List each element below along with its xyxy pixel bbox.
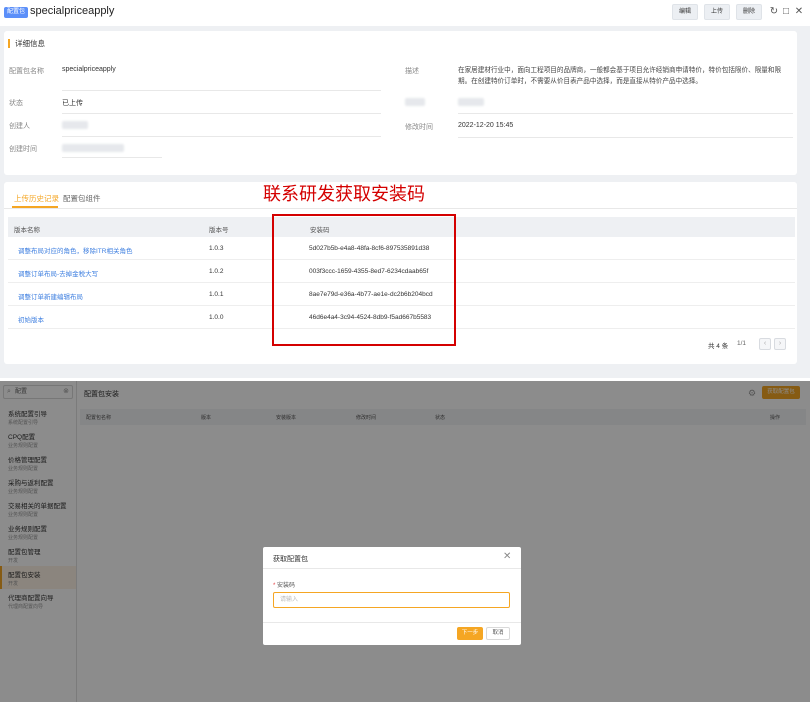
maximize-icon[interactable]: □: [781, 5, 791, 19]
close-icon[interactable]: ✕: [794, 5, 804, 19]
divider: [62, 136, 381, 137]
version-name-link[interactable]: 调整布局对应的角色，移除ITR相关角色: [18, 245, 132, 255]
edit-button[interactable]: 编辑: [672, 4, 699, 20]
divider: [458, 113, 793, 114]
prev-page-button[interactable]: ‹: [759, 338, 771, 350]
divider: [62, 113, 381, 114]
close-icon[interactable]: ✕: [503, 551, 511, 562]
version-number: 1.0.0: [209, 314, 224, 321]
pagination-page-select[interactable]: 1/1: [737, 340, 746, 347]
modal-divider: [263, 568, 521, 569]
redacted-value: [458, 98, 484, 106]
divider: [458, 137, 793, 138]
version-name-link[interactable]: 调整订单新建编辑布局: [18, 291, 83, 301]
next-page-button[interactable]: ›: [774, 338, 786, 350]
desc-label: 描述: [405, 68, 419, 75]
package-detail-window: 配置包 specialpriceapply 编辑 上传 删除 ↻ □ ✕ 详细信…: [0, 0, 810, 378]
refresh-icon[interactable]: ↻: [769, 5, 779, 19]
annotation-text: 联系研发获取安装码: [263, 184, 425, 205]
next-button[interactable]: 下一步: [457, 627, 483, 640]
column-header-version: 版本号: [209, 227, 229, 234]
status-label: 状态: [9, 100, 23, 107]
cancel-button[interactable]: 取消: [486, 627, 510, 640]
modal-divider: [263, 622, 521, 623]
version-name-link[interactable]: 初始版本: [18, 314, 44, 324]
annotation-highlight-box: [272, 214, 456, 346]
tab-upload-history[interactable]: 上传历史记录: [14, 193, 59, 204]
modified-time-value: 2022-12-20 15:45: [458, 122, 514, 129]
creator-label: 创建人: [9, 123, 30, 130]
version-number: 1.0.3: [209, 245, 224, 252]
name-value: specialpriceapply: [62, 66, 116, 73]
status-value: 已上传: [62, 100, 83, 107]
creator-value-redacted: [62, 121, 88, 129]
pagination-total: 共 4 条: [708, 343, 729, 350]
column-header-name: 版本名称: [14, 227, 40, 234]
desc-value: 在家居建材行业中，面向工程项目的品牌商，一般都会基于项目允许经销商申请特价，特价…: [458, 67, 782, 85]
version-name-link[interactable]: 调整订单布局-去掉金税大写: [18, 268, 98, 278]
package-badge: 配置包: [4, 7, 29, 18]
section-title: 详细信息: [8, 39, 45, 48]
tabs-divider: [4, 208, 797, 209]
package-install-window: ⌕ 配置 ⊗ 系统配置引导 系统配置引导 CPQ配置 业务规则配置 价格管理配置…: [0, 381, 810, 702]
divider: [62, 157, 162, 158]
version-number: 1.0.1: [209, 291, 224, 298]
version-number: 1.0.2: [209, 268, 224, 275]
title-bar: 配置包 specialpriceapply 编辑 上传 删除 ↻ □ ✕: [0, 0, 810, 26]
delete-button[interactable]: 删除: [736, 4, 763, 20]
modal-overlay[interactable]: [0, 381, 810, 702]
detail-card: 详细信息 配置包名称 specialpriceapply 状态 已上传 创建人 …: [4, 31, 797, 175]
install-code-input[interactable]: 请输入: [273, 592, 510, 608]
created-time-label: 创建时间: [9, 146, 37, 153]
redacted-label: [405, 98, 425, 106]
upload-button[interactable]: 上传: [704, 4, 731, 20]
install-code-label: * 安装码: [273, 583, 296, 589]
get-package-modal: 获取配置包 ✕ * 安装码 请输入 下一步 取消: [263, 547, 521, 645]
page-title: specialpriceapply: [30, 5, 115, 17]
divider: [62, 90, 381, 91]
modified-time-label: 修改时间: [405, 124, 433, 131]
created-time-redacted: [62, 144, 124, 152]
name-label: 配置包名称: [9, 68, 44, 75]
tab-package-components[interactable]: 配置包组件: [63, 193, 101, 204]
modal-title: 获取配置包: [273, 556, 308, 563]
